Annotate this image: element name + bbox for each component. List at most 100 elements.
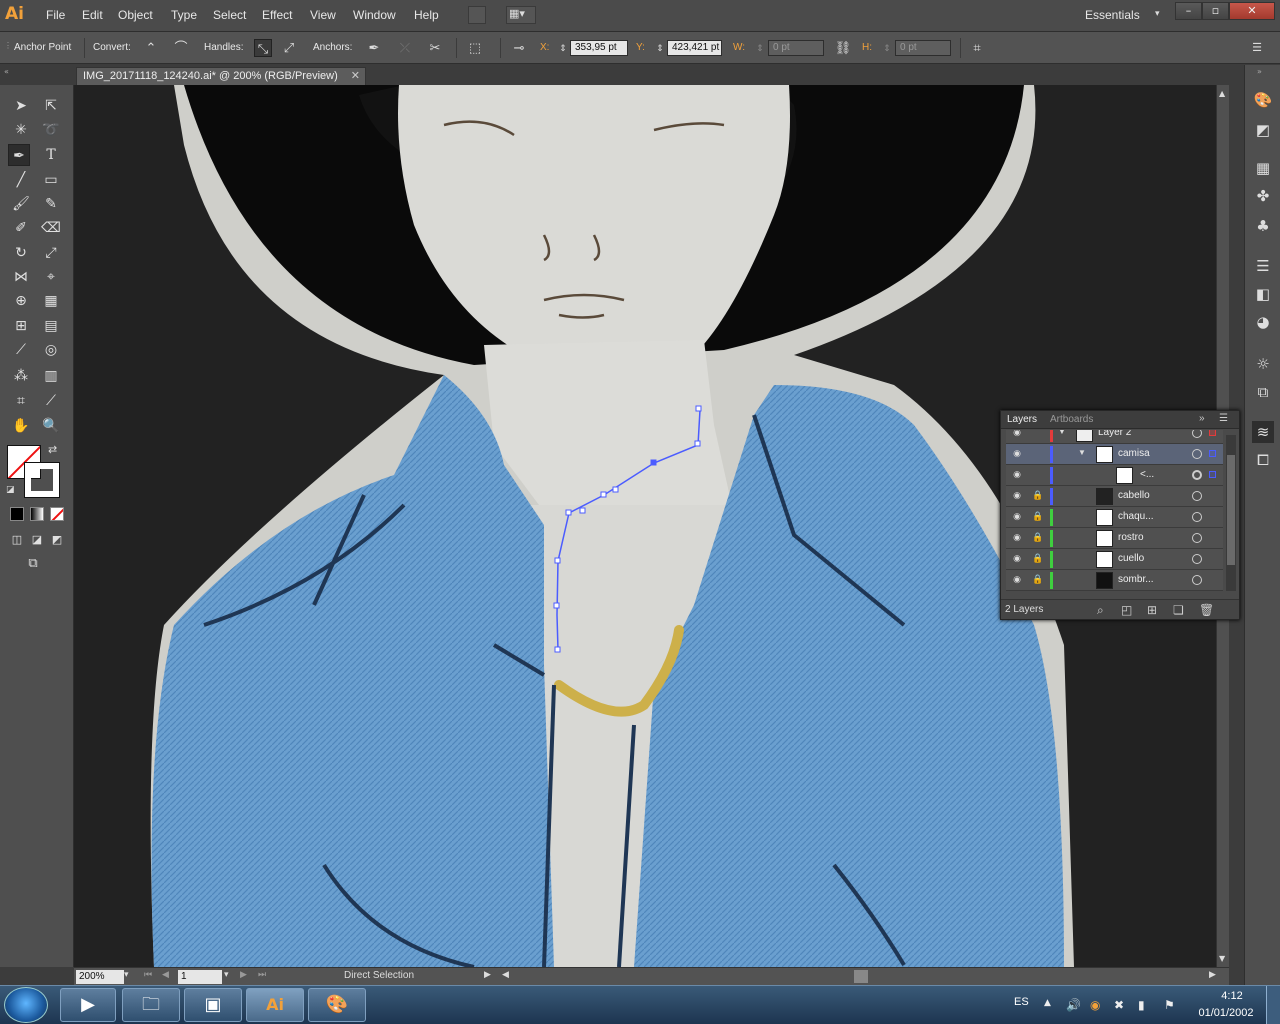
lock-icon[interactable]: 🔒 — [1032, 532, 1044, 544]
lasso-tool-icon[interactable]: ➰ — [40, 119, 62, 141]
target-icon[interactable] — [1192, 512, 1202, 522]
line-tool-icon[interactable]: ╱ — [10, 169, 32, 191]
clock-date[interactable]: 01/01/2002 — [1194, 1007, 1258, 1019]
gradient-mode-icon[interactable] — [30, 507, 44, 521]
type-tool-icon[interactable]: T — [40, 144, 62, 166]
menu-effect[interactable]: Effect — [262, 8, 292, 22]
prev-artboard-icon[interactable]: ◀ — [162, 969, 169, 980]
scroll-up-icon[interactable]: ▲ — [1219, 89, 1225, 98]
paint-button[interactable]: 🎨 — [308, 988, 366, 1022]
target-icon[interactable] — [1192, 449, 1202, 459]
eye-icon[interactable]: ◉ — [1010, 532, 1024, 544]
restore-button[interactable]: ▫ — [1202, 2, 1229, 20]
eye-icon[interactable]: ◉ — [1010, 553, 1024, 565]
lock-icon[interactable]: 🔒 — [1032, 574, 1044, 586]
tab-artboards[interactable]: Artboards — [1050, 414, 1093, 425]
layers-scrollbar[interactable] — [1226, 435, 1236, 591]
convert-smooth-icon[interactable]: ⌒ — [172, 39, 190, 57]
show-desktop-button[interactable] — [1266, 986, 1280, 1024]
arrange-documents-button[interactable]: ▦▾ — [506, 6, 536, 24]
new-layer-icon[interactable]: ❏ — [1173, 603, 1184, 617]
chevron-down-icon[interactable]: ▾ — [224, 969, 229, 980]
eraser-tool-icon[interactable]: ⌫ — [40, 217, 62, 239]
blob-brush-tool-icon[interactable]: ✐ — [10, 217, 32, 239]
h-field[interactable]: 0 pt — [895, 40, 951, 56]
brushes-icon[interactable]: ✤ — [1252, 185, 1274, 207]
workspace-switcher[interactable]: Essentials — [1085, 8, 1140, 22]
rectangle-tool-icon[interactable]: ▭ — [40, 169, 62, 191]
action-center-icon[interactable]: ⚑ — [1164, 998, 1175, 1012]
lock-icon[interactable]: 🔒 — [1032, 511, 1044, 523]
layer-row[interactable]: ◉ 🔒 rostro — [1006, 528, 1223, 549]
clipping-mask-icon[interactable]: ◰ — [1121, 603, 1132, 617]
draw-behind-icon[interactable]: ◪ — [26, 529, 48, 551]
remove-anchor-icon[interactable]: ✒ — [365, 39, 383, 57]
zoom-tool-icon[interactable]: 🔍 — [40, 415, 62, 437]
scroll-thumb[interactable] — [1227, 455, 1235, 565]
tray-expand-icon[interactable]: ▲ — [1044, 998, 1051, 1008]
scale-tool-icon[interactable]: ⤢ — [40, 242, 62, 264]
target-icon[interactable] — [1192, 470, 1202, 480]
menu-help[interactable]: Help — [414, 8, 439, 22]
trash-icon[interactable]: 🗑 — [1199, 603, 1214, 617]
first-artboard-icon[interactable]: ⏮ — [144, 969, 152, 980]
document-tab[interactable]: IMG_20171118_124240.ai* @ 200% (RGB/Prev… — [76, 67, 366, 85]
minimize-button[interactable]: – — [1175, 2, 1202, 20]
paintbrush-tool-icon[interactable]: 🖌 — [10, 193, 32, 215]
menu-view[interactable]: View — [310, 8, 336, 22]
layer-row[interactable]: ◉ <... — [1006, 465, 1223, 486]
language-indicator[interactable]: ES — [1014, 996, 1029, 1008]
layer-name[interactable]: cabello — [1118, 490, 1150, 501]
layers-icon[interactable]: ≋ — [1252, 421, 1274, 443]
target-icon[interactable] — [1192, 533, 1202, 543]
collapse-icon[interactable]: « — [4, 67, 9, 76]
artboards-icon[interactable]: ⧠ — [1252, 449, 1274, 471]
layer-name[interactable]: camisa — [1118, 448, 1150, 459]
chevron-down-icon[interactable]: ▾ — [124, 969, 129, 980]
search-icon[interactable]: ⌕ — [1097, 603, 1104, 618]
link-icon[interactable]: ⛓ — [834, 39, 852, 57]
cut-path-icon[interactable]: ✂ — [426, 39, 444, 57]
default-colors-icon[interactable]: ◪ — [6, 485, 15, 495]
close-icon[interactable]: ✕ — [351, 68, 360, 84]
swap-icon[interactable]: ⇄ — [48, 443, 57, 456]
color-guide-icon[interactable]: ◩ — [1252, 119, 1274, 141]
network-icon[interactable]: ▮ — [1138, 998, 1145, 1012]
target-icon[interactable] — [1192, 491, 1202, 501]
explorer-button[interactable]: 🗀 — [122, 988, 180, 1022]
transparency-icon[interactable]: ◕ — [1252, 311, 1274, 333]
mesh-tool-icon[interactable]: ⊞ — [10, 315, 32, 337]
pencil-tool-icon[interactable]: ✎ — [40, 193, 62, 215]
align-icon[interactable]: ⊸ — [510, 39, 528, 57]
convert-corner-icon[interactable]: ⌃ — [142, 39, 160, 57]
blend-tool-icon[interactable]: ◎ — [40, 339, 62, 361]
menu-type[interactable]: Type — [171, 8, 197, 22]
stepper-icon[interactable]: ⇕ — [751, 39, 769, 57]
eye-icon[interactable]: ◉ — [1010, 490, 1024, 502]
layer-name[interactable]: rostro — [1118, 532, 1144, 543]
color-panel-icon[interactable]: 🎨 — [1252, 89, 1274, 111]
expand-icon[interactable]: » — [1199, 413, 1205, 424]
start-button[interactable] — [4, 987, 48, 1023]
selection-tool-icon[interactable]: ➤ — [10, 95, 32, 117]
graphic-styles-icon[interactable]: ⧉ — [1252, 381, 1274, 403]
menu-edit[interactable]: Edit — [82, 8, 103, 22]
scroll-down-icon[interactable]: ▼ — [1219, 954, 1225, 963]
horizontal-scroll-thumb[interactable] — [854, 970, 868, 983]
draw-inside-icon[interactable]: ◩ — [46, 529, 68, 551]
y-field[interactable]: 423,421 pt — [667, 40, 722, 56]
target-icon[interactable] — [1192, 575, 1202, 585]
hand-tool-icon[interactable]: ✋ — [10, 415, 32, 437]
connect-anchors-icon[interactable]: ⤫ — [396, 39, 414, 57]
free-transform-tool-icon[interactable]: ⌖ — [40, 266, 62, 288]
eyedropper-tool-icon[interactable]: ⟋ — [10, 339, 32, 361]
target-icon[interactable] — [1192, 430, 1202, 438]
stroke-swatch[interactable] — [24, 462, 60, 498]
artboard-number-field[interactable]: 1 — [178, 970, 222, 984]
menu-window[interactable]: Window — [353, 8, 396, 22]
magic-wand-tool-icon[interactable]: ✳ — [10, 119, 32, 141]
expand-icon[interactable]: » — [1257, 67, 1262, 76]
symbol-sprayer-tool-icon[interactable]: ⁂ — [10, 365, 32, 387]
slice-tool-icon[interactable]: ⟋ — [40, 390, 62, 412]
layer-name[interactable]: sombr... — [1118, 574, 1154, 585]
